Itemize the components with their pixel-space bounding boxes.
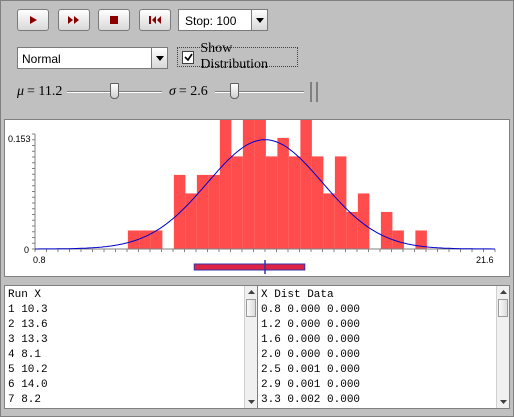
fast-forward-icon — [68, 16, 79, 24]
dist-table-row: 1.2 0.000 0.000 — [261, 319, 361, 331]
histogram-bar — [277, 137, 289, 249]
distribution-select-value: Normal — [22, 52, 61, 66]
run-table-row: 6 14.0 — [8, 379, 48, 391]
dist-table[interactable]: X Dist Data 0.8 0.000 0.000 1.2 0.000 0.0… — [257, 285, 510, 409]
dist-table-scrollbar[interactable] — [496, 286, 509, 408]
reset-icon — [149, 16, 161, 24]
histogram-bar — [139, 230, 151, 249]
step-button[interactable] — [17, 9, 49, 31]
dist-table-row: 0.8 0.000 0.000 — [261, 304, 361, 316]
run-table-row: 4 8.1 — [8, 349, 42, 361]
scroll-up-icon[interactable] — [245, 286, 257, 298]
histogram-chart: 0.153 0 0.8 21.6 — [8, 120, 496, 274]
stop-select[interactable]: Stop: 100 — [178, 9, 268, 31]
y-tick-label-zero: 0 — [24, 245, 29, 255]
histogram-bars — [127, 120, 427, 249]
histogram-bar — [173, 174, 186, 249]
sigma-symbol: σ — [169, 84, 176, 99]
stop-button[interactable] — [98, 9, 130, 31]
dist-table-row: 2.0 0.000 0.000 — [261, 349, 361, 361]
histogram-bar — [300, 120, 312, 249]
toolbar-separator — [310, 82, 318, 102]
run-table-scrollbar[interactable] — [244, 286, 257, 408]
sigma-slider-thumb[interactable] — [230, 83, 239, 99]
mu-symbol: μ — [17, 84, 25, 99]
chevron-down-icon[interactable] — [151, 48, 167, 68]
histogram-bar — [265, 156, 278, 249]
mu-slider-thumb[interactable] — [110, 83, 119, 99]
histogram-bar — [323, 193, 335, 249]
run-table-row: 5 10.2 — [8, 364, 48, 376]
histogram-panel: 0.153 0 0.8 21.6 — [4, 119, 510, 277]
scroll-down-icon[interactable] — [497, 396, 509, 408]
scrollbar-thumb[interactable] — [498, 299, 508, 317]
stop-icon — [110, 16, 118, 24]
histogram-bar — [219, 120, 232, 249]
histogram-bar — [311, 156, 324, 249]
chevron-down-icon[interactable] — [251, 10, 267, 30]
box-plot — [193, 263, 306, 271]
y-tick-label-top: 0.153 — [8, 134, 31, 144]
x-tick-label-left: 0.8 — [33, 255, 46, 265]
scrollbar-thumb[interactable] — [246, 299, 256, 317]
distribution-select[interactable]: Normal — [17, 47, 168, 69]
scroll-down-icon[interactable] — [245, 396, 257, 408]
y-axis-ticks — [32, 133, 35, 250]
dist-table-row: 1.6 0.000 0.000 — [261, 334, 361, 346]
applet-frame: Stop: 100 Normal Show Distribution μ = 1… — [0, 0, 514, 417]
histogram-bar — [196, 174, 209, 249]
dist-table-row: 3.3 0.002 0.000 — [261, 394, 361, 406]
mu-label: μ = 11.2 — [17, 82, 62, 102]
stop-select-value: Stop: 100 — [185, 14, 237, 28]
run-table-header: Run X — [8, 289, 42, 301]
histogram-bar — [208, 174, 220, 249]
mu-slider-track[interactable] — [67, 83, 162, 99]
dist-table-row: 2.5 0.001 0.000 — [261, 364, 361, 376]
checkbox-box[interactable] — [182, 50, 195, 64]
checkmark-icon — [184, 53, 193, 61]
show-distribution-checkbox[interactable]: Show Distribution — [177, 41, 298, 72]
mu-value: = 11.2 — [27, 84, 63, 99]
run-table-row: 1 10.3 — [8, 304, 48, 316]
run-table-row: 7 8.2 — [8, 394, 42, 406]
histogram-bar — [380, 211, 393, 249]
run-table-row: 3 13.3 — [8, 334, 48, 346]
histogram-bar — [242, 120, 255, 249]
x-tick-label-right: 21.6 — [476, 255, 494, 265]
sigma-label: σ = 2.6 — [169, 82, 208, 102]
run-button[interactable] — [58, 9, 90, 31]
x-axis-ticks — [34, 249, 496, 252]
histogram-bar — [288, 156, 301, 249]
sigma-value: = 2.6 — [178, 84, 208, 99]
scroll-up-icon[interactable] — [497, 286, 509, 298]
dist-table-header: X Dist Data — [261, 289, 334, 301]
sigma-slider-track[interactable] — [215, 83, 304, 99]
play-icon — [30, 16, 37, 24]
histogram-bar — [231, 156, 243, 249]
dist-table-row: 2.9 0.001 0.000 — [261, 379, 361, 391]
reset-button[interactable] — [139, 9, 171, 31]
run-table-row: 2 13.6 — [8, 319, 48, 331]
show-distribution-label: Show Distribution — [200, 41, 268, 72]
run-table[interactable]: Run X 1 10.3 2 13.6 3 13.3 4 8.1 5 10.2 6 14.… — [4, 285, 258, 409]
